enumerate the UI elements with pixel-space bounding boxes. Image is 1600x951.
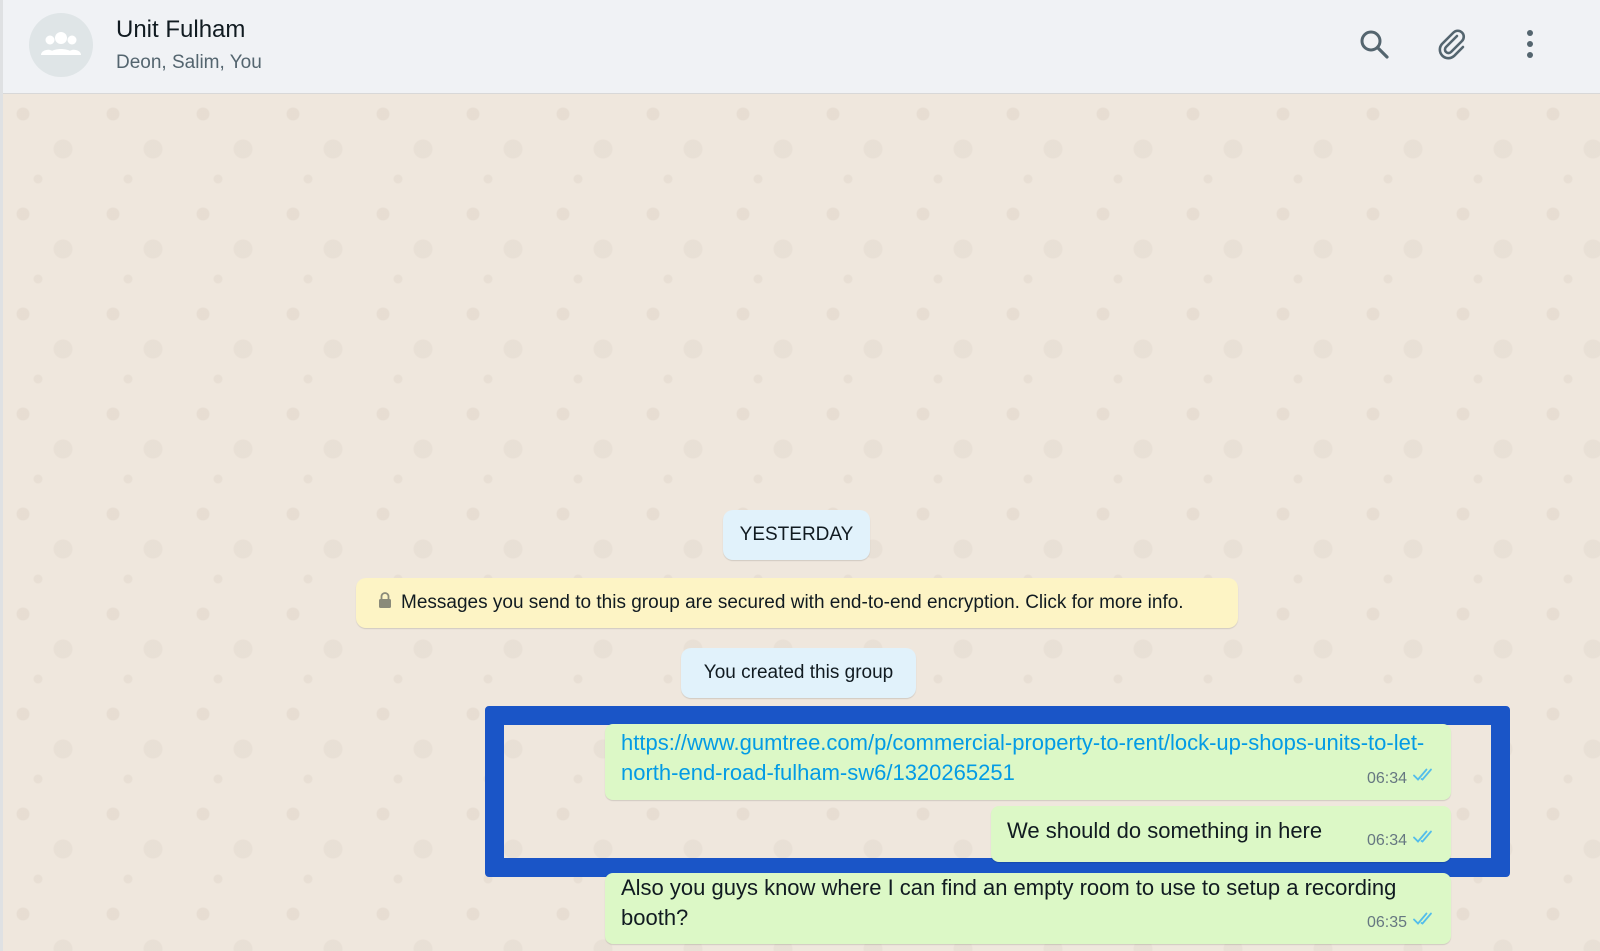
message-time: 06:35: [1366, 914, 1407, 931]
group-created-message: You created this group: [681, 648, 916, 698]
message-meta: 06:34: [1367, 826, 1437, 856]
message-bubble[interactable]: We should do something in here 06:34: [991, 806, 1451, 862]
message-bubble[interactable]: Also you guys know where I can find an e…: [605, 873, 1451, 944]
group-avatar[interactable]: [29, 13, 93, 77]
message-text: We should do something in here: [1007, 818, 1323, 843]
chat-pane[interactable]: YESTERDAY Messages you send to this grou…: [3, 94, 1600, 951]
message-meta: 06:34: [1367, 764, 1437, 794]
message-time: 06:34: [1366, 832, 1407, 849]
chat-header: Unit Fulham Deon, Salim, You: [3, 0, 1600, 94]
message-link[interactable]: https://www.gumtree.com/p/commercial-pro…: [621, 730, 1424, 785]
message-time: 06:34: [1366, 770, 1407, 787]
double-check-icon: [1407, 826, 1437, 856]
group-title[interactable]: Unit Fulham: [116, 16, 245, 44]
message-text: Also you guys know where I can find an e…: [621, 875, 1397, 930]
encryption-notice[interactable]: Messages you send to this group are secu…: [356, 578, 1238, 628]
date-divider: YESTERDAY: [723, 510, 870, 560]
attach-button[interactable]: [1432, 26, 1472, 66]
double-check-icon: [1407, 764, 1437, 794]
double-check-icon: [1407, 908, 1437, 938]
menu-icon: [1525, 28, 1535, 65]
whatsapp-window: Unit Fulham Deon, Salim, You YESTERDAY M…: [0, 0, 1600, 951]
encryption-notice-text: Messages you send to this group are secu…: [401, 592, 1184, 613]
message-meta: 06:35: [1367, 908, 1437, 938]
attach-icon: [1435, 27, 1469, 66]
search-button[interactable]: [1354, 26, 1394, 66]
search-icon: [1358, 28, 1390, 65]
message-bubble[interactable]: https://www.gumtree.com/p/commercial-pro…: [605, 724, 1451, 800]
menu-button[interactable]: [1510, 26, 1550, 66]
group-members[interactable]: Deon, Salim, You: [116, 52, 262, 74]
lock-icon: [378, 592, 401, 614]
